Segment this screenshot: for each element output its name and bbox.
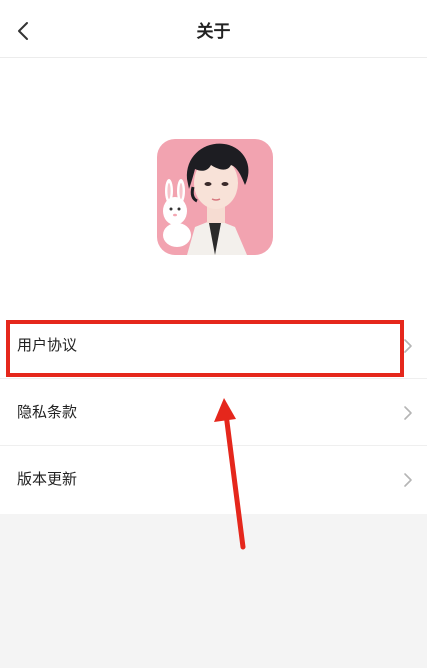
app-logo	[157, 139, 273, 255]
menu-item-label: 隐私条款	[17, 403, 78, 421]
chevron-right-icon	[404, 406, 412, 420]
menu-item-version-update[interactable]: 版本更新	[0, 446, 427, 514]
chevron-right-icon	[404, 339, 412, 353]
chevron-left-icon	[18, 22, 28, 40]
menu-item-label: 版本更新	[17, 470, 78, 488]
about-hero	[0, 58, 427, 312]
top-bar: 关于	[0, 0, 427, 58]
page-title: 关于	[196, 22, 231, 42]
chevron-right-icon	[404, 473, 412, 487]
menu-item-label: 用户协议	[17, 336, 78, 354]
menu-item-user-agreement[interactable]: 用户协议	[0, 312, 427, 379]
back-button[interactable]	[10, 17, 38, 45]
menu-item-privacy-terms[interactable]: 隐私条款	[0, 379, 427, 446]
about-menu: 用户协议 隐私条款 版本更新	[0, 312, 427, 514]
